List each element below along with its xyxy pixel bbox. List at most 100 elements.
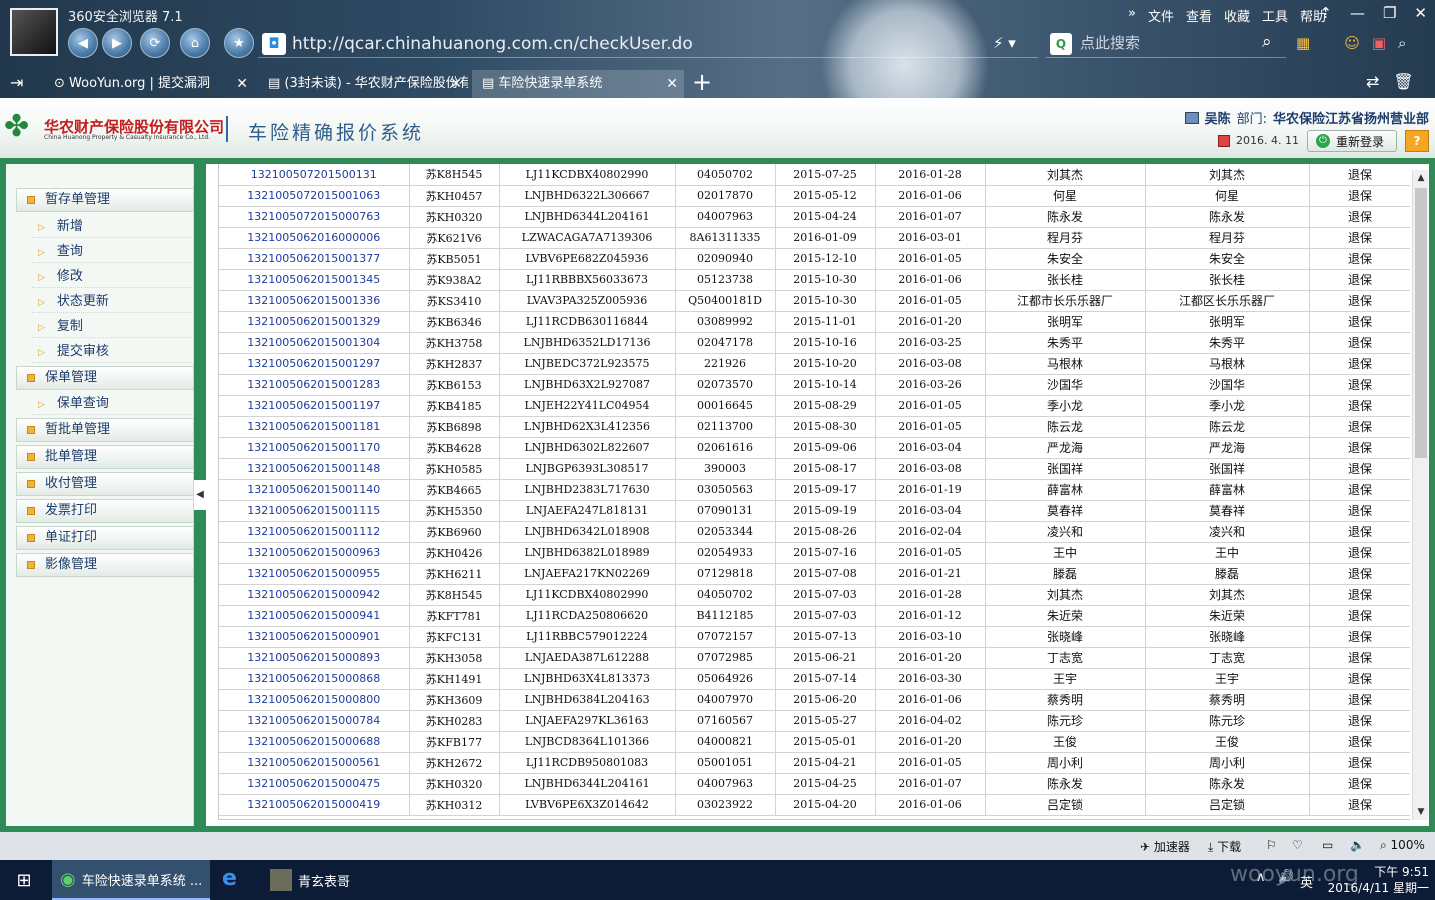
- address-url[interactable]: http://qcar.chinahuanong.com.cn/checkUse…: [292, 34, 693, 54]
- cell-policy-no[interactable]: 1321005062015000955: [219, 563, 410, 585]
- cell-policy-no[interactable]: 1321005062015000868: [219, 668, 410, 690]
- search-input[interactable]: [1080, 32, 1250, 54]
- pdf-extension-icon[interactable]: ▣: [1372, 34, 1386, 52]
- cell-policy-no[interactable]: 1321005062015001140: [219, 479, 410, 501]
- cell-policy-no[interactable]: 1321005062015000688: [219, 731, 410, 753]
- trash-icon[interactable]: 🗑: [1393, 72, 1413, 91]
- windows-start-icon[interactable]: ⊞: [0, 860, 48, 900]
- sidebar-item-copy[interactable]: ▷ 复制: [32, 316, 194, 338]
- download-button[interactable]: ⤓ 下载: [1208, 838, 1241, 855]
- tab-close-icon[interactable]: ✕: [236, 70, 248, 98]
- cell-policy-no[interactable]: 1321005062015001329: [219, 311, 410, 333]
- edge-browser-icon[interactable]: e: [222, 866, 237, 891]
- cell-policy-no[interactable]: 1321005062015000419: [219, 794, 410, 816]
- cell-policy-no[interactable]: 1321005062015000475: [219, 773, 410, 795]
- cell-policy-no[interactable]: 1321005062015001112: [219, 521, 410, 543]
- vertical-scrollbar[interactable]: ▲ ▼: [1412, 170, 1428, 820]
- cell-policy-no[interactable]: 1321005062015001115: [219, 500, 410, 522]
- address-bar[interactable]: ◘ http://qcar.chinahuanong.com.cn/checkU…: [258, 30, 1038, 58]
- cell-policy-no[interactable]: 1321005062015000893: [219, 647, 410, 669]
- tab-active-system[interactable]: ▤ 车险快速录单系统 ✕: [472, 70, 684, 98]
- flag-icon[interactable]: ⚐: [1266, 838, 1277, 852]
- cell-policy-no[interactable]: 1321005062016000006: [219, 227, 410, 249]
- zoom-tool-icon[interactable]: ⌕: [1398, 34, 1406, 52]
- cell-policy-no[interactable]: 1321005062015000963: [219, 542, 410, 564]
- sidebar-item-edit[interactable]: ▷ 修改: [32, 266, 194, 288]
- sidebar-group-policy[interactable]: 保单管理: [16, 366, 194, 390]
- cell-policy-no[interactable]: 1321005062015001181: [219, 416, 410, 438]
- collapse-sidebar-icon[interactable]: ◀: [194, 480, 206, 510]
- heart-icon[interactable]: ♡: [1292, 838, 1303, 852]
- cell-policy-no[interactable]: 1321005062015000784: [219, 710, 410, 732]
- back-icon[interactable]: ◀: [68, 28, 98, 58]
- search-box[interactable]: Q ⌕: [1046, 30, 1286, 58]
- cell-policy-no[interactable]: 1321005062015001336: [219, 290, 410, 312]
- cell-policy-no[interactable]: 1321005072015000763: [219, 206, 410, 228]
- scroll-up-icon[interactable]: ▲: [1413, 170, 1429, 186]
- tab-close-icon[interactable]: ✕: [666, 70, 678, 98]
- new-tab-button[interactable]: +: [692, 68, 712, 96]
- maximize-icon[interactable]: ❐: [1383, 4, 1396, 22]
- taskbar-item-chat[interactable]: 青玄表哥: [262, 860, 382, 900]
- menu-tools[interactable]: 工具: [1262, 6, 1288, 25]
- favorite-star-icon[interactable]: ★: [224, 28, 254, 58]
- sidebar-group-endorsement[interactable]: 批单管理: [16, 445, 194, 469]
- cell-policy-no[interactable]: 1321005062015001345: [219, 269, 410, 291]
- sidebar-item-new[interactable]: ▷ 新增: [32, 216, 194, 238]
- minimize-icon[interactable]: —: [1350, 4, 1365, 22]
- accelerator-button[interactable]: ✈ 加速器: [1140, 838, 1190, 855]
- sidebar-group-temp-endorsement[interactable]: 暂批单管理: [16, 418, 194, 442]
- extension-face-icon[interactable]: ☺: [1344, 34, 1360, 52]
- sidebar-group-document-print[interactable]: 单证打印: [16, 526, 194, 550]
- menu-view[interactable]: 查看: [1186, 6, 1212, 25]
- taskbar-item-browser[interactable]: ◉ 车险快速录单系统 ...: [52, 860, 210, 900]
- cell-policy-no[interactable]: 1321005062015001197: [219, 395, 410, 417]
- cell-policy-no[interactable]: 1321005062015001297: [219, 353, 410, 375]
- cell-policy-no[interactable]: 1321005062015001283: [219, 374, 410, 396]
- zoom-control[interactable]: ⌕ 100%: [1380, 838, 1425, 853]
- menu-file[interactable]: 文件: [1148, 6, 1174, 25]
- tab-switch-icon[interactable]: ⇄: [1366, 72, 1379, 91]
- cell-policy-no[interactable]: 1321005062015000941: [219, 605, 410, 627]
- search-icon[interactable]: ⌕: [1262, 32, 1272, 52]
- cell-policy-no[interactable]: 1321005062015001148: [219, 458, 410, 480]
- cell-policy-no[interactable]: 1321005062015000561: [219, 752, 410, 774]
- tab-sidebar-toggle-icon[interactable]: ⇥: [10, 73, 23, 92]
- home-icon[interactable]: ⌂: [180, 28, 210, 58]
- speed-mode-icon[interactable]: ⚡ ▾: [993, 34, 1016, 52]
- relogin-button[interactable]: ⏻ 重新登录: [1307, 130, 1397, 152]
- cell-policy-no[interactable]: 1321005062015000800: [219, 689, 410, 711]
- cell-policy-no[interactable]: 1321005062015000942: [219, 584, 410, 606]
- scroll-thumb[interactable]: [1415, 188, 1427, 458]
- close-icon[interactable]: ✕: [1414, 4, 1427, 22]
- user-avatar[interactable]: [10, 8, 58, 56]
- cell-policy-no[interactable]: 1321005072015001063: [219, 185, 410, 207]
- speaker-icon[interactable]: 🔈: [1350, 838, 1365, 852]
- sidebar-group-image[interactable]: 影像管理: [16, 553, 194, 577]
- sidebar-item-policy-query[interactable]: ▷ 保单查询: [32, 393, 194, 415]
- menu-favorites[interactable]: 收藏: [1224, 6, 1250, 25]
- tab-wooyun[interactable]: ⊙ WooYun.org | 提交漏洞 ✕: [44, 70, 254, 98]
- search-engine-icon[interactable]: Q: [1050, 33, 1072, 55]
- sidebar-group-payment[interactable]: 收付管理: [16, 472, 194, 496]
- cell-policy-no[interactable]: 1321005062015001377: [219, 248, 410, 270]
- tab-mail[interactable]: ▤ (3封未读) - 华农财产保险股份有 ✕: [258, 70, 468, 98]
- cell-policy-no[interactable]: 132100507201500131: [219, 164, 410, 186]
- sidebar-item-status-update[interactable]: ▷ 状态更新: [32, 291, 194, 313]
- cell-policy-no[interactable]: 1321005062015000901: [219, 626, 410, 648]
- refresh-icon[interactable]: ⟳: [140, 28, 170, 58]
- tab-close-icon[interactable]: ✕: [450, 70, 462, 98]
- sidebar-group-invoice-print[interactable]: 发票打印: [16, 499, 194, 523]
- cell-policy-no[interactable]: 1321005062015001304: [219, 332, 410, 354]
- apps-grid-icon[interactable]: ▦: [1296, 34, 1310, 52]
- forward-icon[interactable]: ▶: [102, 28, 132, 58]
- cell-policy-no[interactable]: 1321005062015001170: [219, 437, 410, 459]
- sidebar-item-query[interactable]: ▷ 查询: [32, 241, 194, 263]
- sidebar-group-draft[interactable]: 暂存单管理: [16, 188, 194, 212]
- scroll-down-icon[interactable]: ▼: [1413, 804, 1429, 820]
- sidebar-item-submit-review[interactable]: ▷ 提交审核: [32, 341, 194, 363]
- help-button[interactable]: ?: [1405, 130, 1429, 152]
- window-icon[interactable]: ▭: [1322, 838, 1333, 852]
- pin-icon[interactable]: ⇡: [1319, 4, 1332, 22]
- menu-more[interactable]: »: [1128, 6, 1136, 25]
